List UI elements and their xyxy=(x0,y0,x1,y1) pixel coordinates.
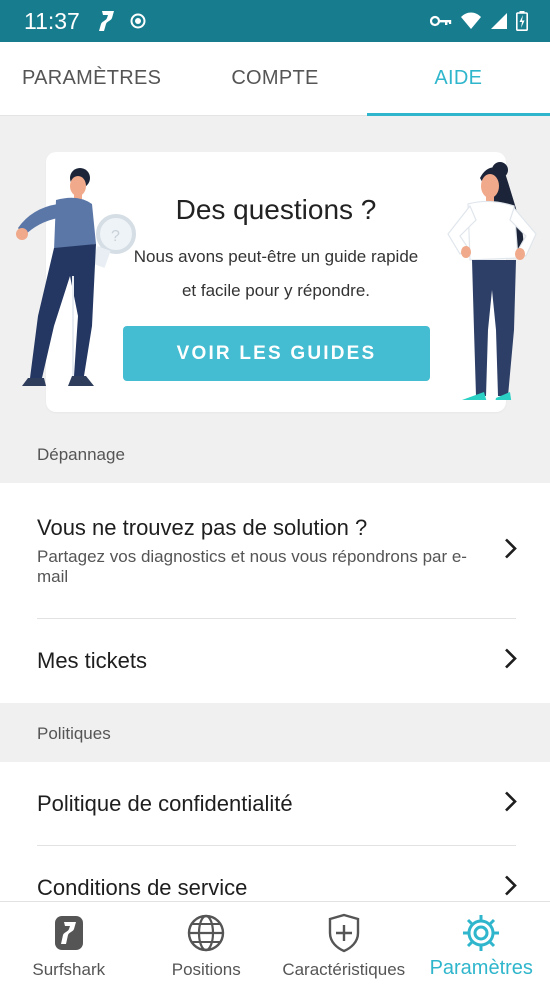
signal-icon xyxy=(490,12,508,30)
list-item-privacy-policy[interactable]: Politique de confidentialité xyxy=(0,762,550,845)
wifi-icon xyxy=(460,12,482,30)
list-item-terms-of-service[interactable]: Conditions de service xyxy=(0,846,550,901)
globe-icon xyxy=(187,912,225,954)
help-content[interactable]: Des questions ? Nous avons peut-être un … xyxy=(0,116,550,901)
list-item-title: Vous ne trouvez pas de solution ? xyxy=(37,514,368,540)
svg-text:?: ? xyxy=(111,228,120,245)
nav-parametres[interactable]: Paramètres xyxy=(413,902,550,989)
tab-aide[interactable]: AIDE xyxy=(366,42,550,116)
tab-parametres[interactable]: PARAMÈTRES xyxy=(0,42,183,115)
list-item-title: Mes tickets xyxy=(37,648,148,673)
list-item-my-tickets[interactable]: Mes tickets xyxy=(0,619,550,703)
policies-list: Politique de confidentialité Conditions … xyxy=(0,762,550,901)
nav-positions[interactable]: Positions xyxy=(138,902,276,989)
record-icon xyxy=(130,13,146,29)
chevron-right-icon xyxy=(504,790,518,817)
surfshark-logo-icon xyxy=(54,912,84,954)
nav-label: Surfshark xyxy=(32,960,106,979)
status-time: 11:37 xyxy=(24,7,80,34)
chevron-right-icon xyxy=(504,648,518,675)
list-item-no-solution[interactable]: Vous ne trouvez pas de solution ? Partag… xyxy=(0,483,550,618)
shield-plus-icon xyxy=(328,912,360,954)
troubleshooting-list: Vous ne trouvez pas de solution ? Partag… xyxy=(0,483,550,703)
nav-label: Paramètres xyxy=(429,957,533,979)
chevron-right-icon xyxy=(504,537,518,564)
bottom-navigation: Surfshark Positions Caractéristiques Par… xyxy=(0,901,550,989)
battery-icon xyxy=(516,11,528,31)
list-item-title: Politique de confidentialité xyxy=(37,790,293,816)
man-with-magnifier-illustration: ? xyxy=(8,166,138,401)
guides-description: Nous avons peut-être un guide rapide et … xyxy=(133,247,419,300)
woman-illustration xyxy=(438,160,548,408)
nav-label: Caractéristiques xyxy=(282,960,406,979)
section-label-policies: Politiques xyxy=(37,724,111,743)
list-item-subtitle: Partagez vos diagnostics et nous vous ré… xyxy=(37,546,467,586)
chevron-right-icon xyxy=(504,875,518,902)
gear-icon xyxy=(461,912,501,954)
nav-caracteristiques[interactable]: Caractéristiques xyxy=(275,902,413,989)
section-label-troubleshooting: Dépannage xyxy=(37,445,125,464)
surfshark-logo-icon xyxy=(98,10,116,32)
list-item-title: Conditions de service xyxy=(37,875,248,900)
view-guides-button[interactable]: VOIR LES GUIDES xyxy=(123,326,430,381)
status-bar: 11:37 xyxy=(0,0,550,42)
tab-compte[interactable]: COMPTE xyxy=(183,42,366,115)
vpn-key-icon xyxy=(430,14,452,28)
nav-label: Positions xyxy=(171,960,241,979)
top-tab-bar: PARAMÈTRES COMPTE AIDE xyxy=(0,42,550,116)
nav-surfshark[interactable]: Surfshark xyxy=(0,902,138,989)
